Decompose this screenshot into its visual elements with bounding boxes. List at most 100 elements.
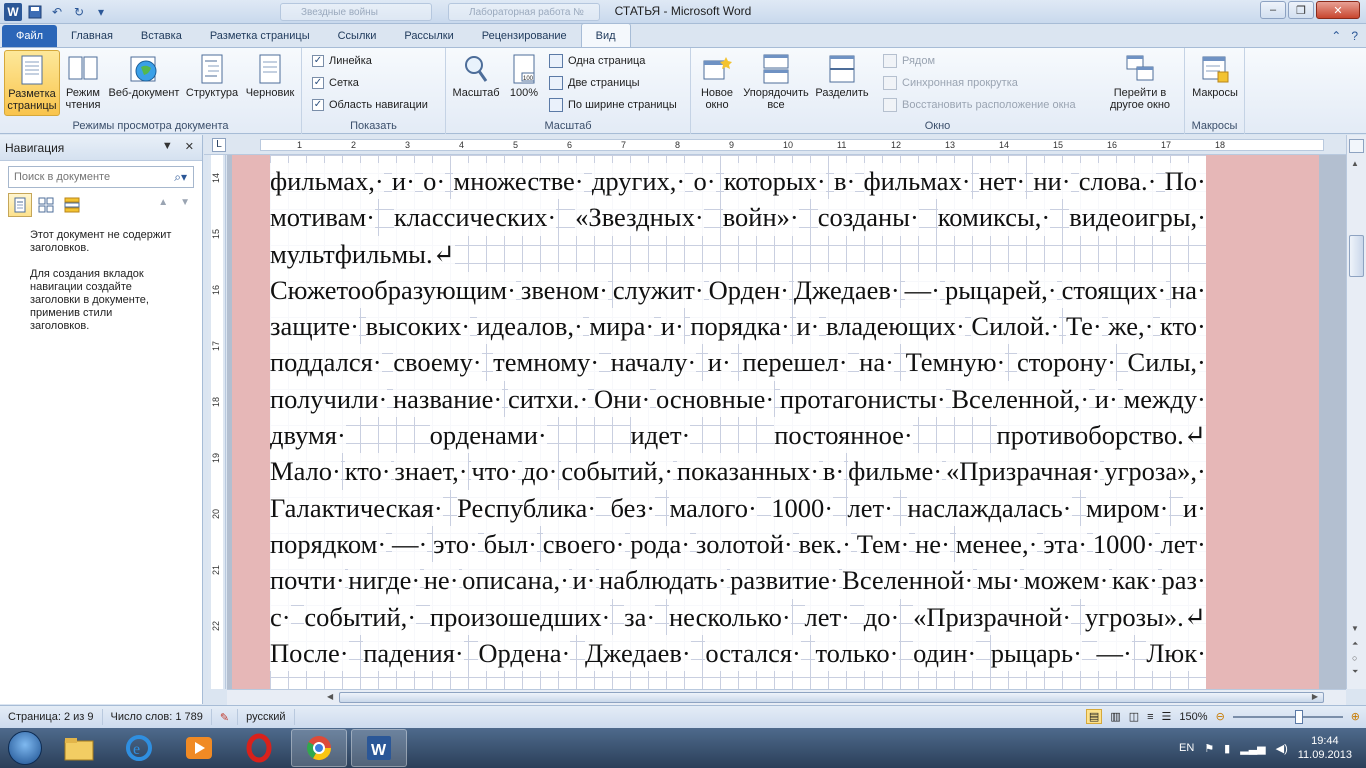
word[interactable]: Сюжетообразующим· (270, 271, 516, 309)
word[interactable]: и· (796, 308, 820, 345)
word[interactable]: рода· (630, 525, 691, 563)
word[interactable]: и· (660, 308, 684, 345)
word[interactable]: золотой· (695, 525, 793, 563)
minimize-button[interactable]: – (1260, 1, 1286, 19)
zoom-level[interactable]: 150% (1179, 711, 1207, 723)
word[interactable]: мира· (589, 308, 655, 345)
word[interactable]: 1000· (1092, 525, 1155, 563)
word[interactable]: основные· (656, 380, 775, 418)
power-icon[interactable]: ▮ (1224, 742, 1230, 755)
vertical-scroll-thumb[interactable] (1349, 235, 1364, 277)
word[interactable]: Люк· (1146, 634, 1206, 672)
tab-file[interactable]: Файл (2, 25, 58, 47)
horizontal-ruler[interactable]: L 1 2 3 4 5 6 7 8 9 10 11 12 13 14 15 16 17 18 (204, 135, 1346, 155)
word[interactable]: миром· (1085, 489, 1169, 526)
zoom-out-icon[interactable]: ⊖ (1216, 710, 1225, 723)
text-line[interactable]: фильмах,· и· о· множестве· других,· о· которых… (270, 163, 1206, 200)
synchronous-scrolling-button[interactable]: Синхронная прокрутка (883, 75, 1018, 91)
word[interactable]: на· (859, 344, 894, 381)
word[interactable]: нигде· (348, 562, 421, 599)
word[interactable]: и· (391, 163, 415, 200)
outline-view-icon[interactable]: ≡ (1147, 711, 1153, 723)
word[interactable]: Орден· (708, 271, 789, 309)
word[interactable]: наблюдать· (599, 562, 727, 599)
word[interactable]: о· (423, 163, 446, 200)
reading-view-icon[interactable]: ▥ (1110, 710, 1120, 723)
next-page-icon[interactable]: ⏷ (1352, 667, 1358, 677)
word[interactable]: Республика· (457, 489, 597, 526)
word[interactable]: темному· (493, 344, 600, 381)
word[interactable]: началу· (610, 344, 697, 381)
one-page-button[interactable]: Одна страница (549, 53, 645, 69)
restore-button[interactable]: ❐ (1288, 1, 1314, 19)
word[interactable]: 1000· (771, 489, 834, 526)
word[interactable]: ни· (1033, 163, 1071, 200)
word[interactable]: орденами· (429, 417, 547, 454)
word[interactable]: наслаждалась· (907, 489, 1072, 526)
word[interactable]: показанных· (676, 453, 820, 490)
text-line[interactable]: поддался· своему· темному· началу· и· перешел… (270, 344, 1206, 381)
word[interactable]: слова.· (1078, 163, 1157, 200)
switch-windows-button[interactable]: Перейти в другое окно (1099, 50, 1181, 116)
tab-insert[interactable]: Вставка (127, 25, 196, 47)
word[interactable]: мультфильмы.↵ (270, 235, 455, 272)
network-icon[interactable]: ▂▃▅ (1240, 742, 1265, 755)
word[interactable]: век.· (798, 525, 851, 563)
word[interactable]: описана,· (462, 562, 569, 599)
word[interactable]: что· (471, 453, 519, 490)
arrange-all-button[interactable]: Упорядочить все (739, 50, 813, 116)
word-count[interactable]: Число слов: 1 789 (103, 709, 212, 725)
word[interactable]: владеющих· (825, 308, 965, 345)
taskbar-chrome[interactable] (291, 729, 347, 767)
vertical-ruler[interactable]: 14 15 16 17 18 19 20 21 22 (208, 155, 226, 689)
tab-mailings[interactable]: Рассылки (390, 25, 467, 47)
word[interactable]: о· (693, 163, 716, 200)
start-button[interactable] (3, 728, 47, 768)
word[interactable]: —· (392, 525, 428, 563)
word[interactable]: произошедших· (429, 598, 611, 635)
page-indicator[interactable]: Страница: 2 из 9 (0, 709, 103, 725)
search-icon[interactable]: ⌕▾ (174, 170, 187, 185)
word[interactable]: несколько· (669, 598, 791, 635)
word[interactable]: с· (270, 598, 291, 635)
word[interactable]: знает,· (394, 453, 468, 490)
word[interactable]: почти· (270, 562, 345, 599)
text-line[interactable]: защите· высоких· идеалов,· мира· и· порядка· и… (270, 308, 1206, 345)
word[interactable]: комиксы,· (937, 199, 1051, 236)
zoom-button[interactable]: Масштаб (450, 50, 502, 116)
browse-results-tab[interactable] (60, 193, 84, 217)
word[interactable]: событий,· (304, 598, 417, 635)
macros-button[interactable]: Макросы (1189, 50, 1241, 116)
word[interactable]: ситхи.· (507, 380, 589, 418)
word[interactable]: кто· (344, 453, 391, 490)
tab-view[interactable]: Вид (580, 23, 631, 47)
word[interactable]: можем· (1023, 562, 1109, 599)
word[interactable]: не· (423, 562, 459, 599)
word[interactable]: между· (1123, 380, 1206, 418)
word[interactable]: название· (392, 380, 503, 418)
word[interactable]: Вселенной,· (951, 380, 1090, 418)
word[interactable]: развитие· (730, 562, 839, 599)
browse-headings-tab[interactable] (8, 193, 32, 217)
word[interactable]: малого· (669, 489, 757, 526)
tab-references[interactable]: Ссылки (324, 25, 391, 47)
zoom-100-button[interactable]: 100 100% (504, 50, 544, 116)
word[interactable]: идеалов,· (476, 308, 583, 345)
word[interactable]: «Призрачная· (945, 453, 1101, 490)
text-line[interactable]: Мало· кто· знает,· что· до· событий,· показанн… (270, 453, 1206, 490)
word[interactable]: Силы,· (1127, 344, 1206, 381)
word[interactable]: порядка· (690, 308, 790, 345)
word[interactable]: идет· (630, 417, 691, 454)
word[interactable]: «Призрачной· (913, 598, 1072, 635)
tab-home[interactable]: Главная (57, 25, 127, 47)
zoom-slider[interactable] (1232, 709, 1343, 724)
word[interactable]: Темную· (905, 344, 1006, 381)
word[interactable]: фильмах· (863, 163, 971, 200)
word[interactable]: созданы· (817, 199, 919, 236)
horizontal-scrollbar[interactable]: ◀ ▶ (227, 689, 1346, 705)
word[interactable]: своего· (542, 525, 625, 563)
word[interactable]: и· (707, 344, 731, 381)
word[interactable]: Силой.· (971, 308, 1060, 345)
ruler-checkbox[interactable]: ✓ Линейка (312, 53, 372, 69)
web-view-icon[interactable]: ◫ (1129, 710, 1139, 723)
